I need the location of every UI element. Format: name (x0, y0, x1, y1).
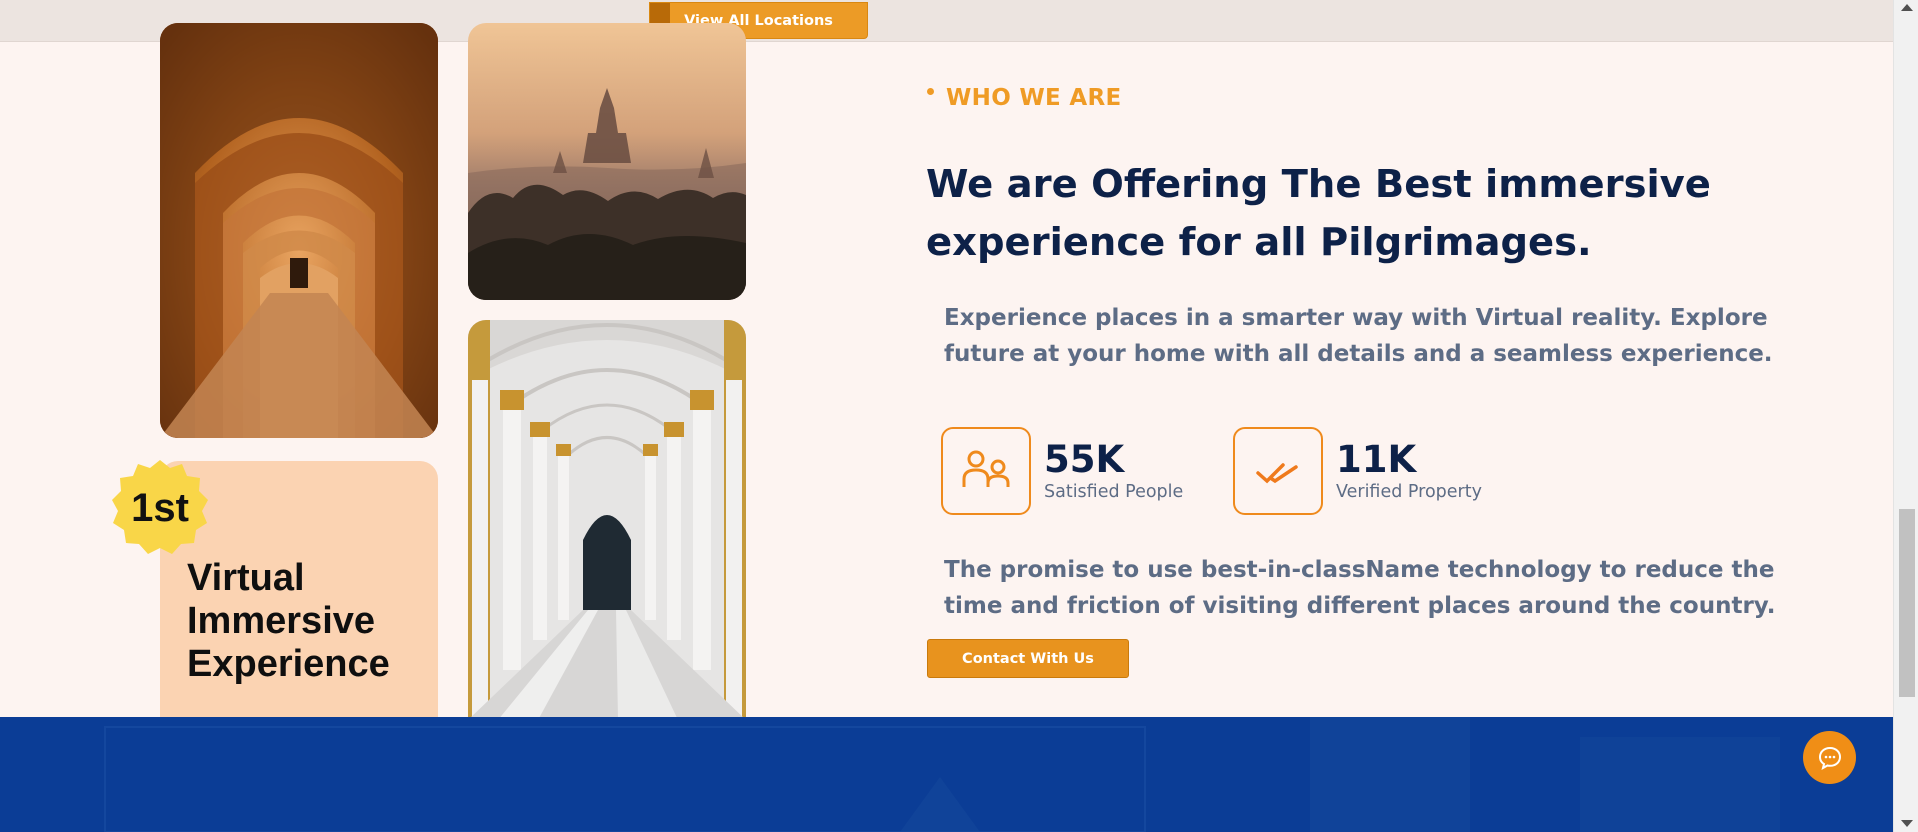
scrollbar-thumb[interactable] (1899, 509, 1915, 697)
stat-text: 55K Satisfied People (1044, 439, 1183, 503)
contact-with-us-button[interactable]: Contact With Us (927, 639, 1129, 678)
mosque-corridor-image (468, 320, 746, 720)
stat-text: 11K Verified Property (1336, 439, 1482, 503)
section-eyebrow: WHO WE ARE (927, 85, 1122, 111)
scroll-down-arrow-icon[interactable] (1901, 820, 1913, 827)
scroll-up-arrow-icon[interactable] (1901, 4, 1913, 11)
stat-label: Satisfied People (1044, 482, 1184, 502)
stat-value: 55K (1044, 438, 1125, 481)
eyebrow-text: WHO WE ARE (946, 85, 1122, 111)
section-headline: We are Offering The Best immersive exper… (926, 162, 1711, 265)
page-scrollbar[interactable] (1893, 0, 1918, 832)
chat-button[interactable] (1803, 731, 1856, 784)
stat-satisfied-people: 55K Satisfied People (941, 427, 1183, 515)
temple-silhouette-image (468, 23, 746, 300)
intro-paragraph: Experience places in a smarter way with … (944, 305, 1773, 367)
eyebrow-dot (927, 88, 934, 95)
promise-paragraph: The promise to use best-in-className tec… (944, 557, 1776, 619)
footer-background-pattern (104, 717, 1780, 832)
stat-verified-property: 11K Verified Property (1233, 427, 1482, 515)
arched-corridor-image (160, 23, 438, 438)
people-icon (941, 427, 1031, 515)
footer-band (0, 717, 1893, 832)
first-badge: 1st (110, 458, 210, 558)
stat-label: Verified Property (1336, 482, 1482, 502)
badge-text: 1st (131, 485, 189, 530)
card-title: Virtual Immersive Experience (187, 557, 390, 685)
stat-value: 11K (1336, 438, 1417, 481)
chat-bubble-icon (1818, 746, 1841, 770)
double-check-icon (1233, 427, 1323, 515)
